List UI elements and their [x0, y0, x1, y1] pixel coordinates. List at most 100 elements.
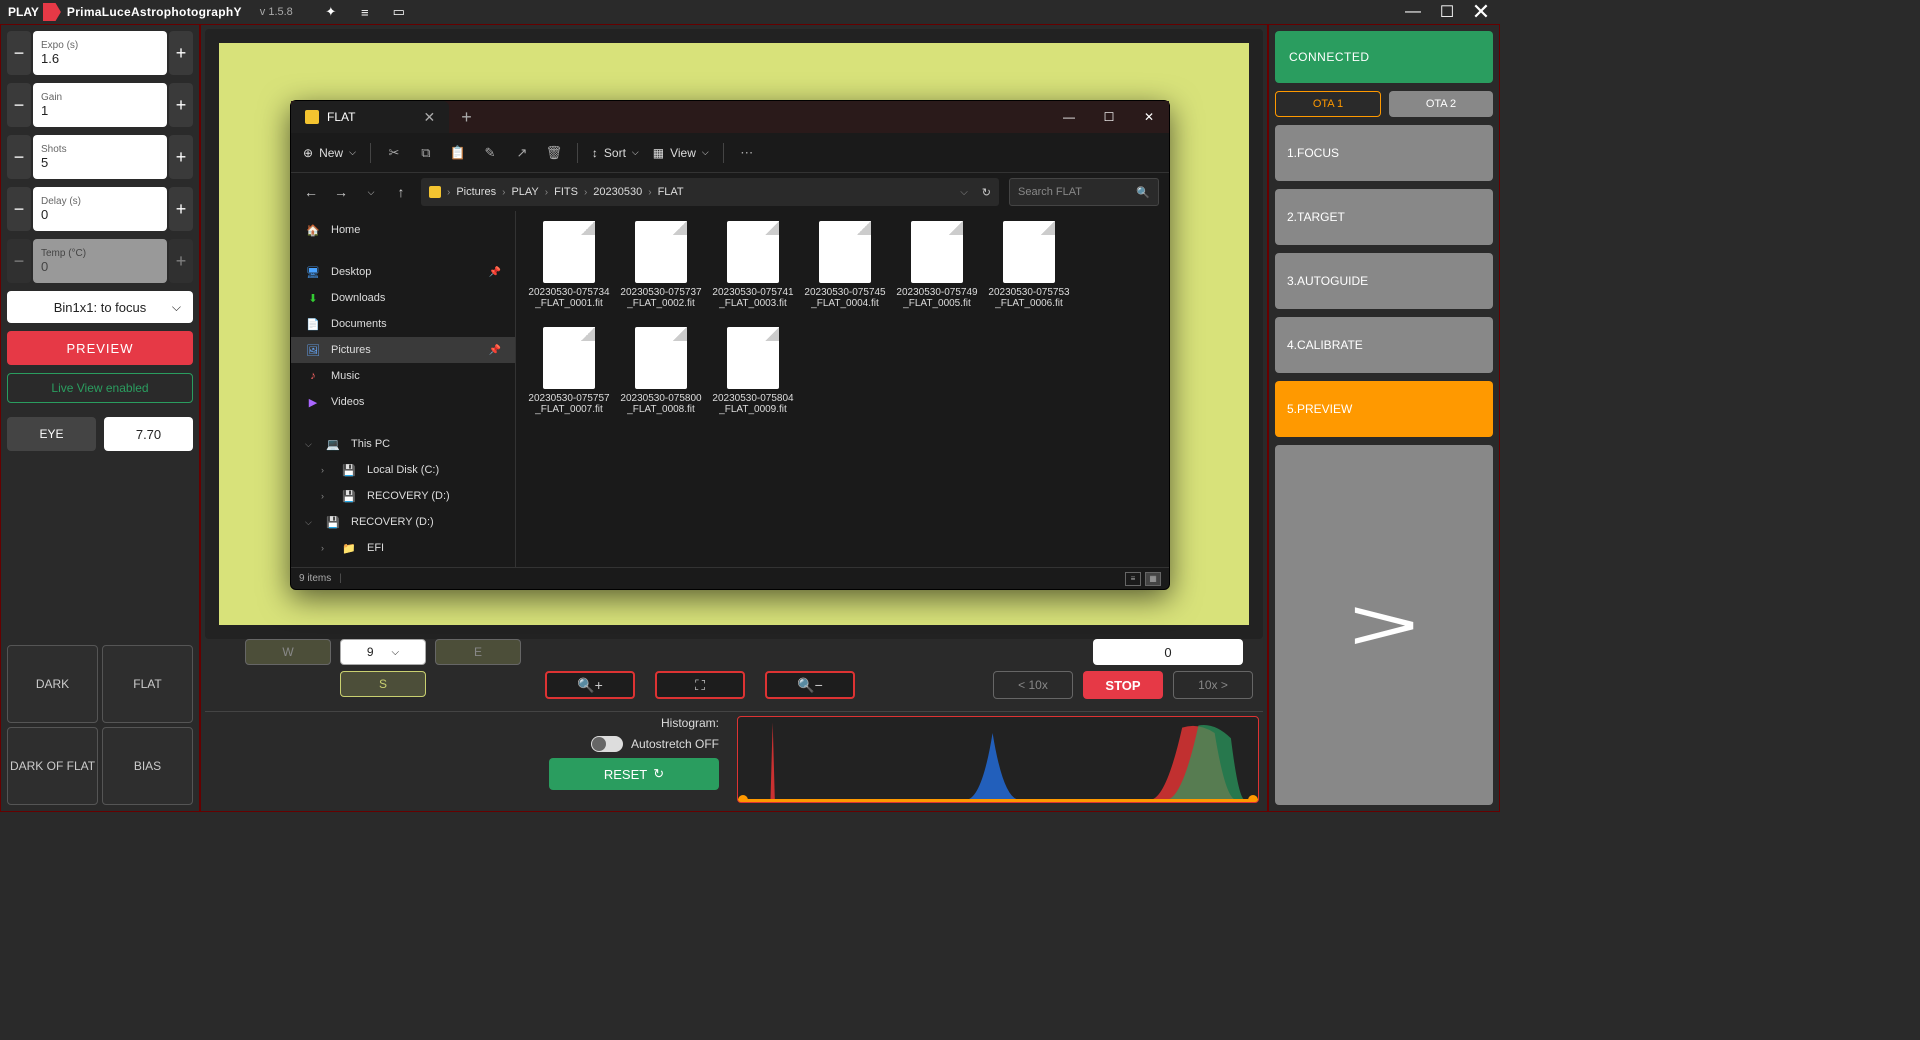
rename-icon[interactable]: ✎ [481, 144, 499, 162]
step-focus[interactable]: 1.FOCUS [1275, 125, 1493, 181]
crumb-date[interactable]: 20230530 [593, 186, 642, 198]
reset-button[interactable]: RESET ↻ [549, 758, 719, 790]
shots-value[interactable]: 5 [41, 155, 159, 170]
histogram-handle-left[interactable] [738, 795, 748, 803]
more-icon[interactable]: ⋯ [738, 144, 756, 162]
sidebar-recovery1[interactable]: ›💾RECOVERY (D:) [291, 483, 515, 509]
histogram-chart[interactable] [737, 716, 1259, 803]
bias-button[interactable]: BIAS [102, 727, 193, 805]
sidebar-thispc[interactable]: ⌵💻This PC [291, 431, 515, 457]
sidebar-videos[interactable]: ▶Videos [291, 389, 515, 415]
copy-icon[interactable]: ⧉ [417, 144, 435, 162]
gain-minus[interactable]: − [7, 83, 31, 127]
sidebar-recovery2[interactable]: ⌵💾RECOVERY (D:) [291, 509, 515, 535]
icons-view-icon[interactable]: ▦ [1145, 572, 1161, 586]
fit-button[interactable]: ⛶ [655, 671, 745, 699]
nav-recent-icon[interactable]: ⌵ [361, 187, 381, 198]
cut-icon[interactable]: ✂ [385, 144, 403, 162]
sidebar-efi[interactable]: ›📁EFI [291, 535, 515, 561]
delay-minus[interactable]: − [7, 187, 31, 231]
stop-button[interactable]: STOP [1083, 671, 1163, 699]
darkflat-button[interactable]: DARK OF FLAT [7, 727, 98, 805]
paste-icon[interactable]: 📋 [449, 144, 467, 162]
bin-select[interactable]: Bin1x1: to focus [7, 291, 193, 323]
file-item[interactable]: 20230530-075749_FLAT_0005.fit [894, 221, 980, 321]
histogram-slider[interactable] [738, 799, 1258, 802]
crumb-pictures[interactable]: Pictures [456, 186, 496, 198]
new-button[interactable]: ⊕New⌵ [303, 146, 356, 160]
minimize-icon[interactable]: — [1402, 1, 1424, 23]
shots-plus[interactable]: + [169, 135, 193, 179]
sidebar-home[interactable]: 🏠Home [291, 217, 515, 243]
file-item[interactable]: 20230530-075741_FLAT_0003.fit [710, 221, 796, 321]
step-preview[interactable]: 5.PREVIEW [1275, 381, 1493, 437]
expo-value[interactable]: 1.6 [41, 51, 159, 66]
crumb-flat[interactable]: FLAT [658, 186, 684, 198]
explorer-tab[interactable]: FLAT ✕ [291, 101, 449, 133]
sidebar-music[interactable]: ♪Music [291, 363, 515, 389]
speed-more-button[interactable]: 10x > [1173, 671, 1253, 699]
delay-value[interactable]: 0 [41, 207, 159, 222]
delay-plus[interactable]: + [169, 187, 193, 231]
explorer-maximize-icon[interactable]: ☐ [1089, 101, 1129, 133]
file-item[interactable]: 20230530-075734_FLAT_0001.fit [526, 221, 612, 321]
nav-back-icon[interactable]: ← [301, 184, 321, 200]
expo-plus[interactable]: + [169, 31, 193, 75]
save-icon[interactable]: ▭ [391, 4, 407, 20]
flat-button[interactable]: FLAT [102, 645, 193, 723]
nav-up-icon[interactable]: ↑ [391, 184, 411, 200]
histogram-handle-right[interactable] [1248, 795, 1258, 803]
view-button[interactable]: ▦View⌵ [653, 146, 709, 160]
gain-value[interactable]: 1 [41, 103, 159, 118]
ota1-button[interactable]: OTA 1 [1275, 91, 1381, 117]
speed-less-button[interactable]: < 10x [993, 671, 1073, 699]
explorer-titlebar[interactable]: FLAT ✕ + — ☐ ✕ [291, 101, 1169, 133]
preview-button[interactable]: PREVIEW [7, 331, 193, 365]
sidebar-desktop[interactable]: 🖥Desktop📌 [291, 259, 515, 285]
expo-minus[interactable]: − [7, 31, 31, 75]
explorer-close-icon[interactable]: ✕ [1129, 101, 1169, 133]
telescope-icon[interactable]: ✦ [323, 4, 339, 20]
sort-button[interactable]: ↕Sort⌵ [592, 146, 639, 160]
step-calibrate[interactable]: 4.CALIBRATE [1275, 317, 1493, 373]
nav-east[interactable]: E [435, 639, 521, 665]
step-autoguide[interactable]: 3.AUTOGUIDE [1275, 253, 1493, 309]
maximize-icon[interactable]: ☐ [1436, 1, 1458, 23]
crumb-play[interactable]: PLAY [511, 186, 538, 198]
nav-south[interactable]: S [340, 671, 426, 697]
close-icon[interactable]: ✕ [1470, 1, 1492, 23]
dark-button[interactable]: DARK [7, 645, 98, 723]
nav-forward-icon[interactable]: → [331, 184, 351, 200]
sidebar-documents[interactable]: 📄Documents [291, 311, 515, 337]
share-icon[interactable]: ↗ [513, 144, 531, 162]
ota2-button[interactable]: OTA 2 [1389, 91, 1493, 117]
file-item[interactable]: 20230530-075757_FLAT_0007.fit [526, 327, 612, 427]
eye-button[interactable]: EYE [7, 417, 96, 451]
file-item[interactable]: 20230530-075800_FLAT_0008.fit [618, 327, 704, 427]
file-item[interactable]: 20230530-075753_FLAT_0006.fit [986, 221, 1072, 321]
zoom-out-button[interactable]: 🔍− [765, 671, 855, 699]
file-item[interactable]: 20230530-075804_FLAT_0009.fit [710, 327, 796, 427]
explorer-minimize-icon[interactable]: — [1049, 101, 1089, 133]
file-item[interactable]: 20230530-075737_FLAT_0002.fit [618, 221, 704, 321]
breadcrumb[interactable]: › Pictures› PLAY› FITS› 20230530› FLAT ⌵… [421, 178, 999, 206]
gain-plus[interactable]: + [169, 83, 193, 127]
explorer-content[interactable]: 20230530-075734_FLAT_0001.fit20230530-07… [516, 211, 1169, 567]
settings-icon[interactable]: ≡ [357, 4, 373, 20]
sidebar-pictures[interactable]: 🖼Pictures📌 [291, 337, 515, 363]
nav-west[interactable]: W [245, 639, 331, 665]
chevron-down-icon[interactable]: ⌵ [960, 187, 968, 198]
sidebar-downloads[interactable]: ⬇Downloads [291, 285, 515, 311]
search-input[interactable]: Search FLAT🔍 [1009, 178, 1159, 206]
file-explorer-window[interactable]: FLAT ✕ + — ☐ ✕ ⊕New⌵ ✂ ⧉ 📋 ✎ ↗ 🗑 ↕Sort⌵ … [290, 100, 1170, 590]
new-tab-button[interactable]: + [461, 107, 472, 128]
shots-minus[interactable]: − [7, 135, 31, 179]
refresh-icon[interactable]: ↻ [982, 186, 991, 199]
crumb-fits[interactable]: FITS [554, 186, 578, 198]
details-view-icon[interactable]: ≡ [1125, 572, 1141, 586]
tab-close-icon[interactable]: ✕ [423, 109, 435, 126]
zoom-in-button[interactable]: 🔍+ [545, 671, 635, 699]
rate-select[interactable]: 9 ⌵ [340, 639, 426, 665]
delete-icon[interactable]: 🗑 [545, 144, 563, 162]
step-target[interactable]: 2.TARGET [1275, 189, 1493, 245]
